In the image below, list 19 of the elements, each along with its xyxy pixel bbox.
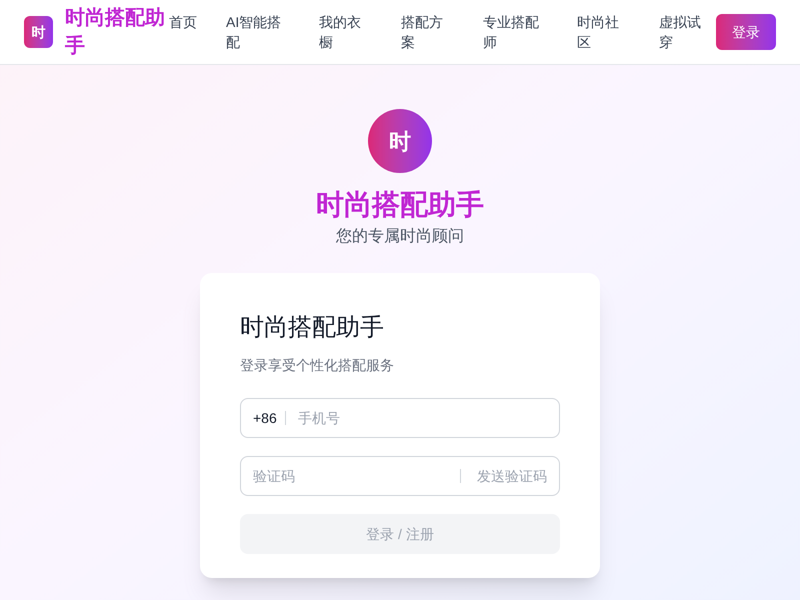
login-button[interactable]: 登录 <box>716 14 776 50</box>
card-subtitle: 登录享受个性化搭配服务 <box>240 356 395 375</box>
hero-subtitle: 您的专属时尚顾问 <box>336 226 464 247</box>
logo-icon: 时 <box>368 109 432 173</box>
nav-link[interactable]: AI智能搭配 <box>226 12 284 52</box>
nav-link[interactable]: 虚拟试穿 <box>659 12 703 52</box>
card-title: 时尚搭配助手 <box>240 313 385 343</box>
nav-link[interactable]: 专业搭配师 <box>483 12 541 52</box>
hero-title: 时尚搭配助手 <box>316 188 484 222</box>
brand-title: 时尚搭配助手 <box>65 6 165 59</box>
nav-link[interactable]: 搭配方案 <box>401 12 445 52</box>
phone-field[interactable]: +86 手机号 <box>240 398 560 438</box>
code-input[interactable]: 验证码 <box>253 457 460 495</box>
nav-link[interactable]: 我的衣橱 <box>319 12 363 52</box>
country-code: +86 <box>253 411 286 425</box>
nav-link[interactable]: 时尚社区 <box>577 12 621 52</box>
logo-icon: 时 <box>24 16 53 48</box>
phone-input[interactable]: 手机号 <box>298 408 547 428</box>
nav-link[interactable]: 首页 <box>169 12 197 52</box>
